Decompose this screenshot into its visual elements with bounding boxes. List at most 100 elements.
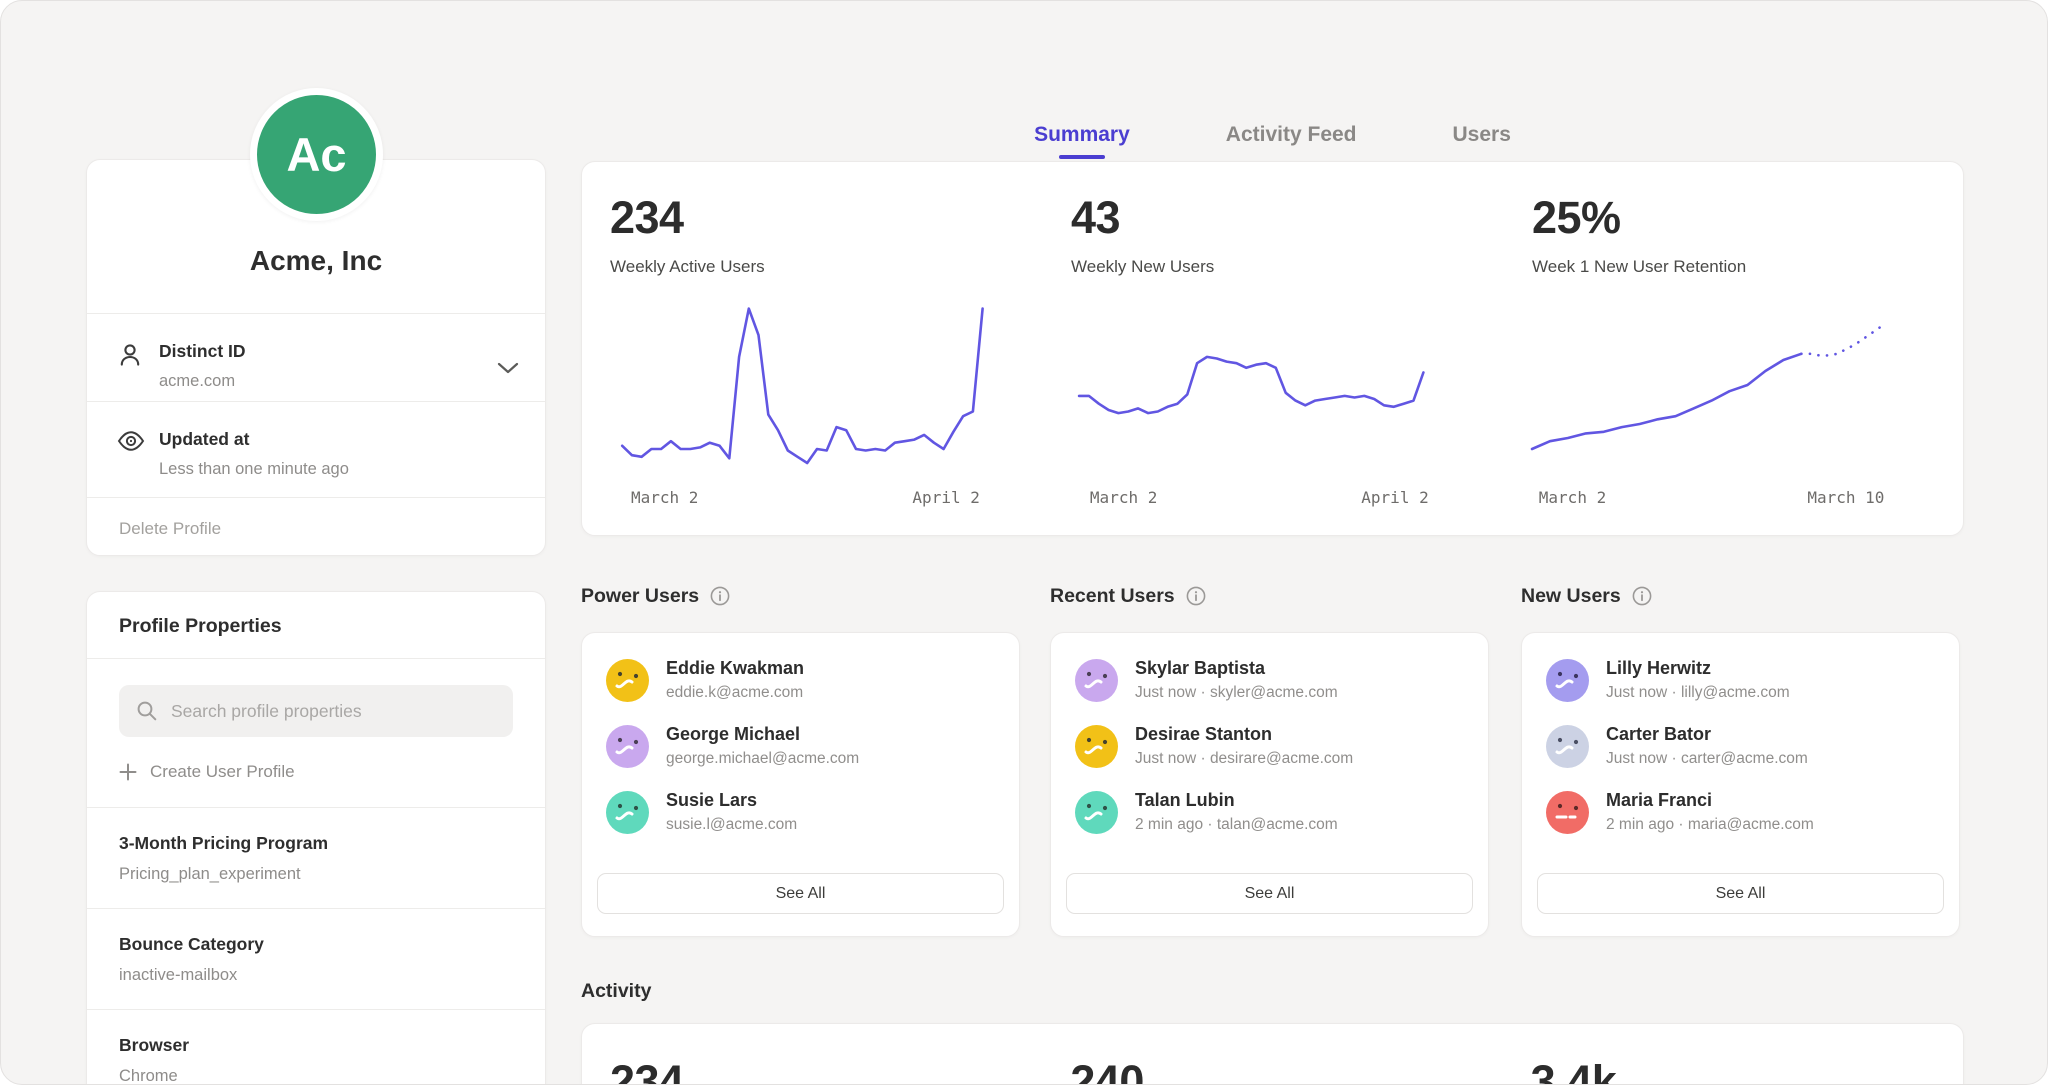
- stat-value: 25%: [1532, 192, 1937, 244]
- list-item[interactable]: Carter Bator Just now · carter@acme.com: [1522, 713, 1959, 779]
- user-subtext: 2 min ago · talan@acme.com: [1135, 816, 1338, 834]
- tab-users[interactable]: Users: [1453, 109, 1511, 161]
- list-item[interactable]: Desirae Stanton Just now · desirare@acme…: [1051, 713, 1488, 779]
- list-item[interactable]: Lilly Herwitz Just now · lilly@acme.com: [1522, 647, 1959, 713]
- list-item[interactable]: Susie Lars susie.l@acme.com: [582, 779, 1019, 845]
- user-name: Talan Lubin: [1135, 790, 1338, 811]
- main-content: Summary Activity Feed Users 234 Weekly A…: [581, 1, 1964, 1084]
- activity-section-title: Activity: [581, 980, 651, 1003]
- x-axis-tick: March 10: [1807, 488, 1884, 507]
- delete-profile-button[interactable]: Delete Profile: [87, 498, 545, 556]
- see-all-button[interactable]: See All: [1066, 873, 1473, 914]
- user-avatar: [1546, 659, 1589, 702]
- distinct-id-row: Distinct ID acme.com: [87, 314, 545, 401]
- profile-properties-title: Profile Properties: [87, 592, 545, 658]
- user-list: Eddie Kwakman eddie.k@acme.com George Mi…: [582, 633, 1019, 845]
- user-avatar: [1075, 725, 1118, 768]
- user-name: George Michael: [666, 724, 859, 745]
- user-avatar: [1546, 791, 1589, 834]
- updated-at-value: Less than one minute ago: [159, 460, 485, 479]
- user-avatar: [1075, 659, 1118, 702]
- power-users-card: Eddie Kwakman eddie.k@acme.com George Mi…: [581, 632, 1020, 937]
- property-row-pricing-program[interactable]: 3-Month Pricing Program Pricing_plan_exp…: [87, 808, 545, 908]
- stat-label: Weekly Active Users: [610, 257, 1015, 277]
- user-name: Carter Bator: [1606, 724, 1808, 745]
- info-icon[interactable]: [1186, 586, 1206, 606]
- retention-chart: March 2 March 10: [1532, 301, 1937, 469]
- search-icon: [136, 700, 158, 722]
- create-user-profile-button[interactable]: Create User Profile: [119, 737, 513, 807]
- new-users-header: New Users: [1521, 582, 1652, 610]
- x-axis-tick: April 2: [1361, 488, 1428, 507]
- user-avatar: [606, 659, 649, 702]
- weekly-new-users-stat: 43 Weekly New Users March 2 April 2: [1043, 162, 1504, 535]
- profile-page: Ac Acme, Inc Distinct ID acme.com: [0, 0, 2048, 1085]
- updated-at-row: Updated at Less than one minute ago: [87, 402, 545, 497]
- see-all-button[interactable]: See All: [1537, 873, 1944, 914]
- property-label: Bounce Category: [119, 934, 513, 955]
- activity-stat: 234: [582, 1024, 1042, 1085]
- list-item[interactable]: Maria Franci 2 min ago · maria@acme.com: [1522, 779, 1959, 845]
- distinct-id-value: acme.com: [159, 372, 485, 391]
- stat-value: 3.4k: [1531, 1056, 1935, 1085]
- create-user-profile-label: Create User Profile: [150, 762, 295, 782]
- property-value: inactive-mailbox: [119, 966, 513, 985]
- list-item[interactable]: Eddie Kwakman eddie.k@acme.com: [582, 647, 1019, 713]
- user-name: Lilly Herwitz: [1606, 658, 1790, 679]
- user-subtext: eddie.k@acme.com: [666, 684, 804, 702]
- x-axis-tick: March 2: [631, 488, 698, 507]
- user-name: Susie Lars: [666, 790, 797, 811]
- search-profile-properties-input[interactable]: [119, 685, 513, 737]
- x-axis-tick: March 2: [1090, 488, 1157, 507]
- user-avatar: [1546, 725, 1589, 768]
- user-subtext: susie.l@acme.com: [666, 816, 797, 834]
- distinct-id-text: Distinct ID acme.com: [159, 341, 485, 391]
- user-avatar: [606, 791, 649, 834]
- user-name: Desirae Stanton: [1135, 724, 1353, 745]
- property-label: 3-Month Pricing Program: [119, 833, 513, 854]
- property-row-bounce-category[interactable]: Bounce Category inactive-mailbox: [87, 909, 545, 1009]
- stat-value: 234: [610, 192, 1015, 244]
- chevron-down-icon[interactable]: [497, 362, 519, 374]
- power-users-header: Power Users: [581, 582, 730, 610]
- property-row-browser[interactable]: Browser Chrome: [87, 1010, 545, 1085]
- property-label: Browser: [119, 1035, 513, 1056]
- stat-value: 240: [1070, 1056, 1474, 1085]
- list-item[interactable]: Skylar Baptista Just now · skyler@acme.c…: [1051, 647, 1488, 713]
- user-name: Eddie Kwakman: [666, 658, 804, 679]
- updated-at-text: Updated at Less than one minute ago: [159, 429, 485, 479]
- retention-stat: 25% Week 1 New User Retention March 2 Ma…: [1504, 162, 1965, 535]
- list-item[interactable]: George Michael george.michael@acme.com: [582, 713, 1019, 779]
- tab-summary[interactable]: Summary: [1034, 109, 1130, 161]
- distinct-id-label: Distinct ID: [159, 341, 485, 362]
- activity-stats-card: 234 240 3.4k: [581, 1023, 1964, 1085]
- property-value: Chrome: [119, 1067, 513, 1085]
- stat-value: 234: [610, 1056, 1014, 1085]
- sidebar: Ac Acme, Inc Distinct ID acme.com: [86, 1, 546, 1084]
- profile-properties-card: Profile Properties: [86, 591, 546, 1085]
- see-all-button[interactable]: See All: [597, 873, 1004, 914]
- user-subtext: 2 min ago · maria@acme.com: [1606, 816, 1814, 834]
- property-value: Pricing_plan_experiment: [119, 865, 513, 884]
- user-name: Maria Franci: [1606, 790, 1814, 811]
- recent-users-card: Skylar Baptista Just now · skyler@acme.c…: [1050, 632, 1489, 937]
- x-axis-tick: April 2: [912, 488, 979, 507]
- line-chart: [610, 301, 1015, 469]
- info-icon[interactable]: [1632, 586, 1652, 606]
- tab-activity-feed[interactable]: Activity Feed: [1226, 109, 1357, 161]
- user-subtext: Just now · lilly@acme.com: [1606, 684, 1790, 702]
- user-list: Skylar Baptista Just now · skyler@acme.c…: [1051, 633, 1488, 845]
- summary-stats-card: 234 Weekly Active Users March 2 April 2 …: [581, 161, 1964, 536]
- user-list: Lilly Herwitz Just now · lilly@acme.com …: [1522, 633, 1959, 845]
- x-axis-tick: March 2: [1539, 488, 1606, 507]
- section-title: Recent Users: [1050, 585, 1175, 608]
- user-avatar: [606, 725, 649, 768]
- user-subtext: Just now · carter@acme.com: [1606, 750, 1808, 768]
- user-avatar: [1075, 791, 1118, 834]
- section-title: New Users: [1521, 585, 1621, 608]
- search-profile-properties: [119, 685, 513, 737]
- recent-users-header: Recent Users: [1050, 582, 1206, 610]
- activity-stat: 240: [1042, 1024, 1502, 1085]
- list-item[interactable]: Talan Lubin 2 min ago · talan@acme.com: [1051, 779, 1488, 845]
- info-icon[interactable]: [710, 586, 730, 606]
